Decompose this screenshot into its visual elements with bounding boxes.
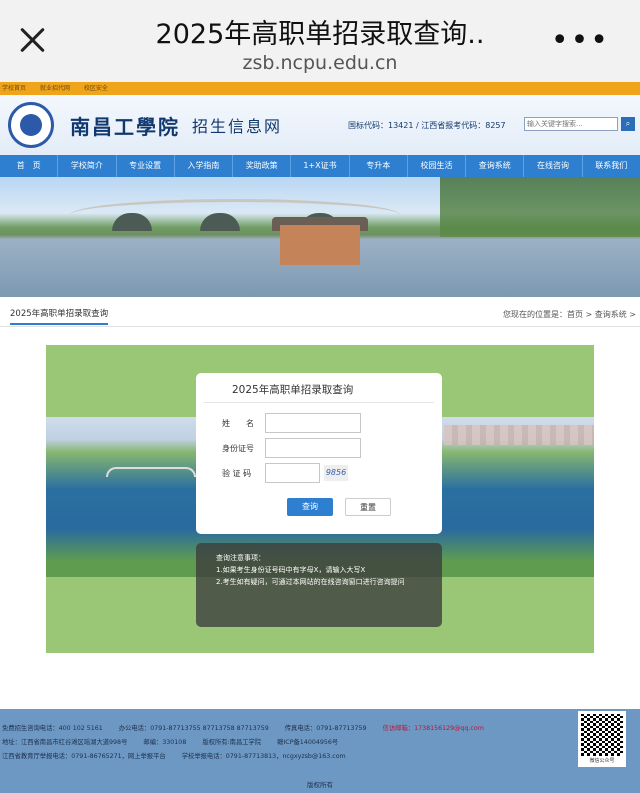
- captcha-input[interactable]: [265, 463, 320, 483]
- reset-button[interactable]: 重置: [345, 498, 391, 516]
- qr-caption: 微信公众号: [589, 758, 615, 764]
- top-links-bar: 学校首页 就业招代网 校区安全: [0, 82, 640, 95]
- notes-line: 2.考生如有疑问，可通过本网站的在线咨询窗口进行咨询提问: [216, 578, 405, 586]
- form-title: 2025年高职单招录取查询: [204, 373, 434, 403]
- main-content: 2025年高职单招录取查询 姓 名 身份证号 验 证 码 9856 查询 重置 …: [0, 327, 640, 684]
- site-footer: 免费招生咨询电话：400 102 5161 办公电话：0791-87713755…: [0, 709, 640, 793]
- nav-item-home[interactable]: 首 页: [0, 155, 59, 177]
- site-header: 南昌工學院 招生信息网 国标代码：13421 / 江西省报考代码：8257 ⌕: [0, 95, 640, 155]
- footer-fax: 传真电话：0791-87713759: [284, 725, 367, 732]
- footer-report-edu[interactable]: 江西省教育厅举报电话：0791-86765271，网上举报平台: [2, 753, 166, 760]
- campus-banner-image: [0, 177, 640, 297]
- top-link[interactable]: 学校首页: [2, 85, 26, 92]
- query-notes: 查询注意事项： 1.如果考生身份证号码中有字母X，请输入大写X 2.考生如有疑问…: [196, 543, 442, 627]
- nav-item-query[interactable]: 查询系统: [466, 155, 525, 177]
- breadcrumb[interactable]: 您现在的位置是：首页 > 查询系统 >: [503, 309, 636, 320]
- footer-address: 地址：江西省南昌市红谷滩区瑶湖大道998号: [2, 739, 128, 746]
- breadcrumb-bar: 2025年高职单招录取查询 您现在的位置是：首页 > 查询系统 >: [0, 297, 640, 327]
- school-name: 南昌工學院: [70, 115, 180, 139]
- school-logo[interactable]: [8, 102, 54, 148]
- school-codes: 国标代码：13421 / 江西省报考代码：8257: [348, 121, 506, 130]
- section-title: 2025年高职单招录取查询: [10, 307, 109, 325]
- copyright: 版权所有: [307, 781, 333, 789]
- footer-copyright-owner: 版权所有:南昌工学院: [202, 739, 262, 746]
- footer-report-row: 江西省教育厅举报电话：0791-86765271，网上举报平台 学校举报电话：0…: [2, 751, 360, 760]
- nav-item-about[interactable]: 学校简介: [58, 155, 117, 177]
- site-name: 招生信息网: [192, 117, 283, 136]
- captcha-label: 验 证 码: [222, 469, 252, 478]
- id-number-input[interactable]: [265, 438, 361, 458]
- city-skyline: [444, 425, 594, 445]
- nav-item-upgrade[interactable]: 专升本: [350, 155, 408, 177]
- banner-trees: [440, 177, 640, 237]
- close-icon[interactable]: [18, 26, 46, 54]
- footer-email[interactable]: 信访邮箱：1738156129@qq.com: [383, 725, 484, 732]
- name-input[interactable]: [265, 413, 361, 433]
- query-panel: 2025年高职单招录取查询 姓 名 身份证号 验 证 码 9856 查询 重置 …: [46, 345, 594, 653]
- page-url: zsb.ncpu.edu.cn: [242, 52, 398, 74]
- notes-heading: 查询注意事项：: [216, 554, 265, 562]
- main-nav: 首 页 学校简介 专业设置 入学指南 奖助政策 1+X证书 专升本 校园生活 查…: [0, 155, 640, 177]
- search-icon[interactable]: ⌕: [621, 117, 635, 131]
- nav-item-campus[interactable]: 校园生活: [408, 155, 467, 177]
- more-menu-icon[interactable]: •••: [551, 26, 610, 56]
- wechat-qr-code: 微信公众号: [578, 711, 626, 767]
- nav-item-guide[interactable]: 入学指南: [175, 155, 234, 177]
- top-link[interactable]: 校区安全: [84, 85, 108, 92]
- id-label: 身份证号: [222, 444, 254, 453]
- captcha-image[interactable]: 9856: [324, 465, 348, 481]
- top-link[interactable]: 就业招代网: [40, 85, 70, 92]
- footer-address-row: 地址：江西省南昌市红谷滩区瑶湖大道998号 邮编：330108 版权所有:南昌工…: [2, 737, 352, 746]
- footer-report-school: 学校举报电话：0791-87713813，ncgxyzsb@163.com: [181, 753, 346, 760]
- nav-item-contact[interactable]: 联系我们: [583, 155, 640, 177]
- footer-phone: 免费招生咨询电话：400 102 5161: [2, 725, 103, 732]
- notes-line: 1.如果考生身份证号码中有字母X，请输入大写X: [216, 566, 366, 574]
- search-input[interactable]: [524, 117, 618, 131]
- banner-hut: [280, 225, 360, 265]
- qr-code-icon: [581, 714, 623, 756]
- footer-contact-row: 免费招生咨询电话：400 102 5161 办公电话：0791-87713755…: [2, 723, 498, 732]
- footer-icp[interactable]: 赣ICP备14004956号: [277, 739, 338, 746]
- nav-item-certificates[interactable]: 1+X证书: [291, 155, 350, 177]
- nav-item-aid[interactable]: 奖助政策: [233, 155, 292, 177]
- footer-postcode: 邮编：330108: [143, 739, 187, 746]
- footer-office-phone: 办公电话：0791-87713755 87713758 87713759: [118, 725, 269, 732]
- nav-item-majors[interactable]: 专业设置: [117, 155, 175, 177]
- query-button[interactable]: 查询: [287, 498, 333, 516]
- name-label: 姓 名: [222, 419, 254, 428]
- nav-item-consult[interactable]: 在线咨询: [524, 155, 583, 177]
- scene-bridge: [106, 467, 196, 477]
- page-title: 2025年高职单招录取查询..: [155, 19, 485, 50]
- browser-chrome: 2025年高职单招录取查询.. zsb.ncpu.edu.cn •••: [0, 0, 640, 82]
- query-form-card: 2025年高职单招录取查询 姓 名 身份证号 验 证 码 9856 查询 重置: [196, 373, 442, 534]
